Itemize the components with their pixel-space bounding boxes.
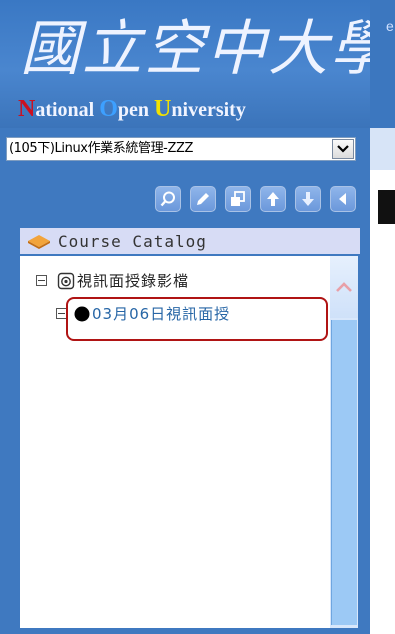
camera-icon bbox=[57, 272, 75, 290]
scroll-up-button[interactable] bbox=[330, 256, 358, 318]
logo-word-ational: ational bbox=[35, 99, 100, 121]
menu-bar-edge bbox=[370, 128, 395, 170]
highlight-annotation bbox=[66, 297, 328, 341]
catalog-header: Course Catalog bbox=[20, 228, 360, 254]
course-select-value: (105下)Linux作業系統管理-ZZZ bbox=[9, 141, 193, 156]
search-button[interactable] bbox=[155, 186, 181, 212]
copy-icon bbox=[231, 191, 245, 206]
top-bar-text: e bbox=[386, 18, 394, 34]
tree-scrollbar[interactable] bbox=[330, 256, 358, 628]
chevron-down-icon[interactable] bbox=[332, 139, 354, 159]
university-logo-chinese: 國立空中大學 bbox=[20, 14, 370, 84]
logo-word-niversity: niversity bbox=[171, 99, 246, 121]
course-select[interactable]: (105下)Linux作業系統管理-ZZZ bbox=[6, 137, 356, 161]
arrow-up-icon bbox=[267, 192, 279, 206]
university-logo-english: National Open University bbox=[18, 95, 363, 123]
chevron-up-icon bbox=[336, 282, 352, 292]
toolbar bbox=[155, 186, 356, 214]
collapse-toggle-icon[interactable] bbox=[36, 275, 47, 286]
search-icon bbox=[160, 191, 175, 207]
scroll-thumb[interactable] bbox=[331, 320, 357, 625]
collapse-left-icon bbox=[339, 193, 346, 205]
move-up-button[interactable] bbox=[260, 186, 286, 212]
content-heading-edge bbox=[378, 190, 395, 224]
arrow-down-icon bbox=[302, 192, 314, 206]
copy-button[interactable] bbox=[225, 186, 251, 212]
catalog-title: Course Catalog bbox=[58, 231, 207, 251]
edit-button[interactable] bbox=[190, 186, 216, 212]
left-panel: 國立空中大學 National Open University (105下)Li… bbox=[0, 0, 370, 634]
move-down-button[interactable] bbox=[295, 186, 321, 212]
collapse-panel-button[interactable] bbox=[330, 186, 356, 212]
pencil-icon bbox=[197, 193, 209, 205]
logo-letter-n: N bbox=[18, 96, 36, 122]
header: 國立空中大學 National Open University bbox=[0, 0, 370, 128]
logo-letter-o: O bbox=[99, 96, 118, 122]
tree-node-label: 視訊面授錄影檔 bbox=[77, 272, 190, 290]
book-icon bbox=[20, 228, 58, 254]
tree-node-folder[interactable]: 視訊面授錄影檔 bbox=[36, 270, 189, 291]
logo-letter-u: U bbox=[154, 96, 172, 122]
logo-word-pen: pen bbox=[117, 99, 155, 121]
